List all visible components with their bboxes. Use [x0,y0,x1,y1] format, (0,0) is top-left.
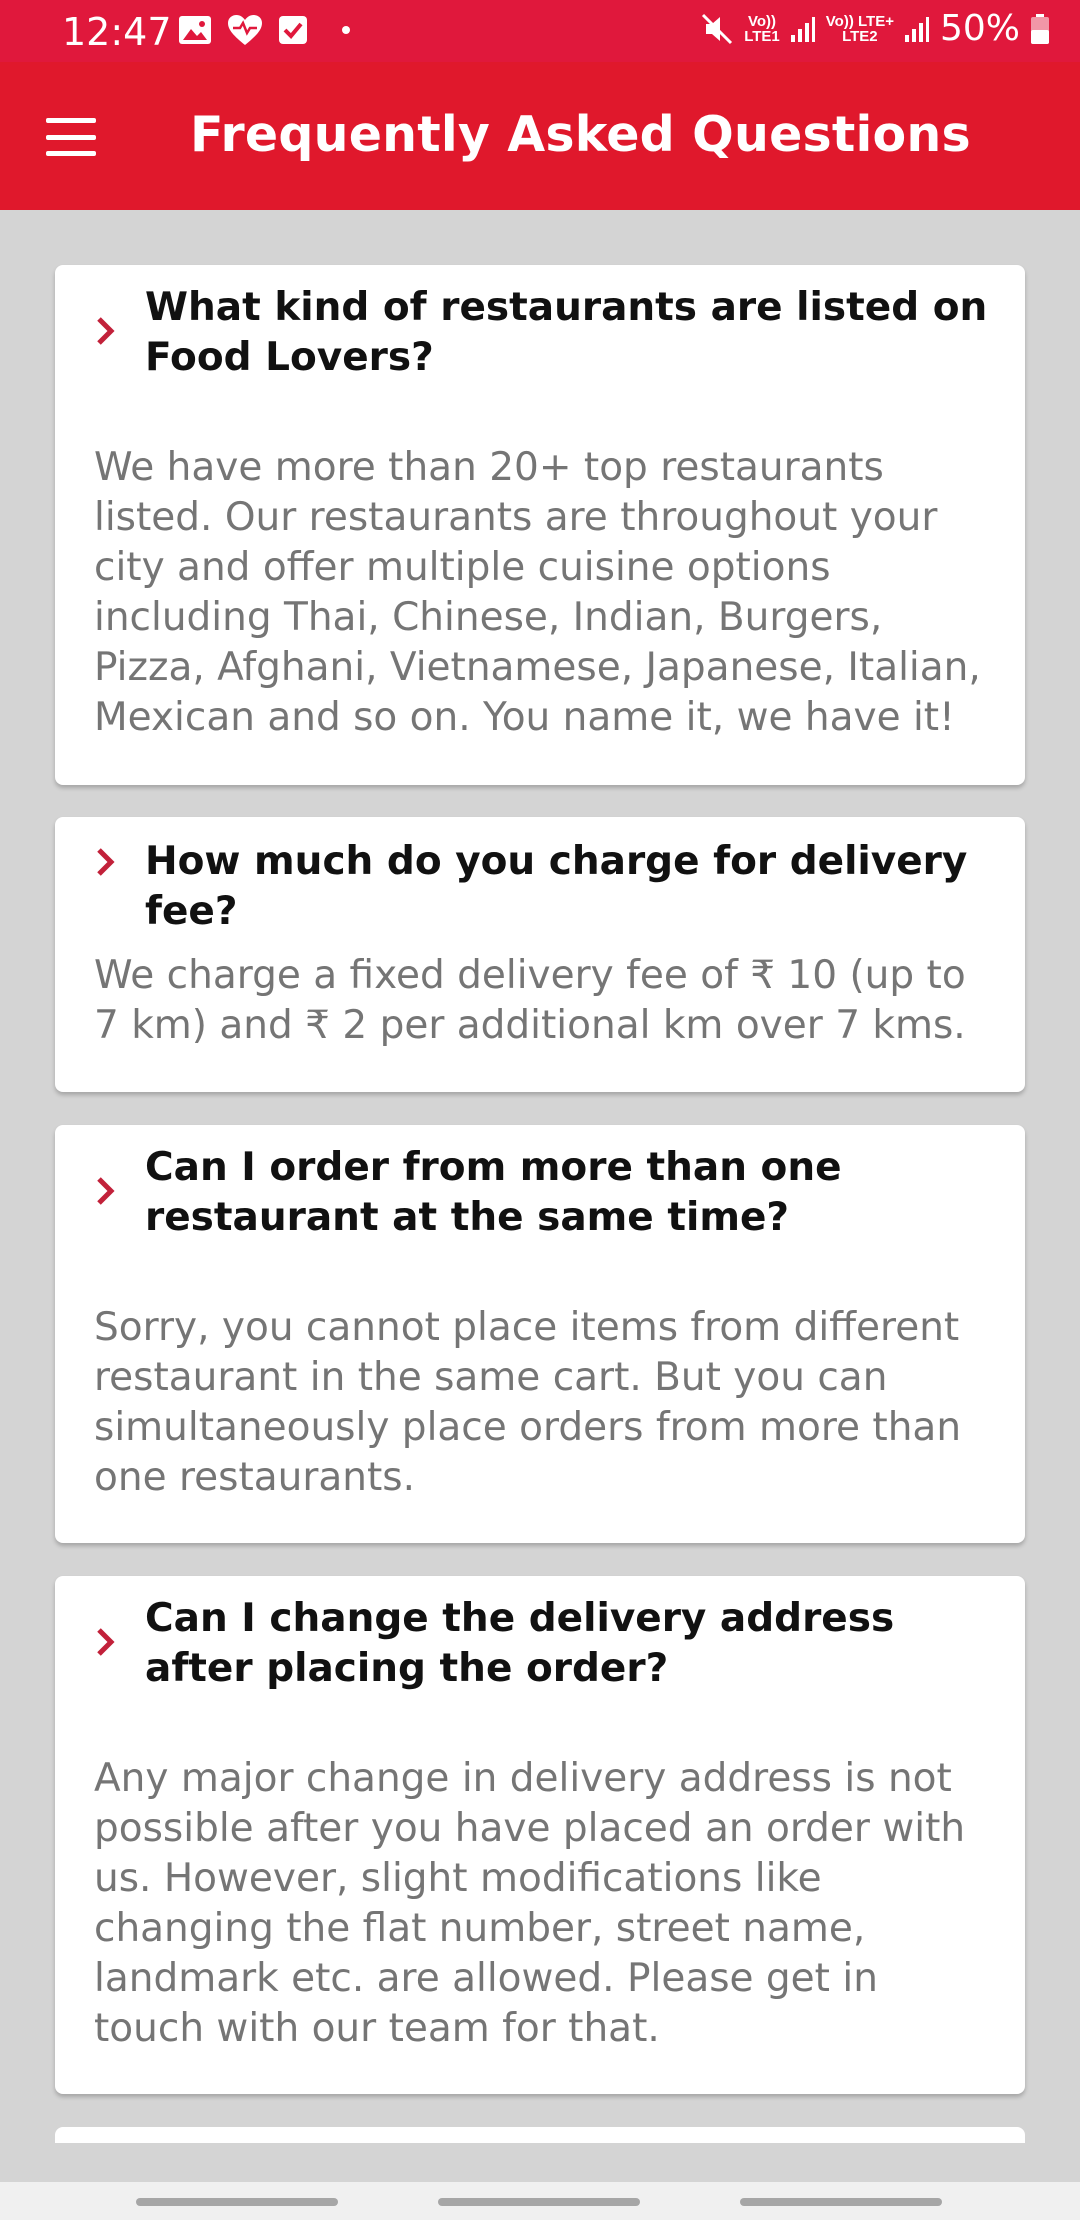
menu-icon[interactable] [40,112,102,162]
faq-answer: We charge a fixed delivery fee of ₹ 10 (… [94,953,966,1048]
status-notification-icons [178,14,350,46]
faq-question: How much do you charge for delivery fee? [145,839,968,934]
faq-answer: Sorry, you cannot place items from diffe… [94,1305,962,1500]
checkbox-icon [279,16,307,44]
signal-icon [790,16,815,42]
app-bar: Frequently Asked Questions [0,62,1080,210]
status-bar: 12:47 Vo)) LTE1 Vo)) LTE+ LTE2 50% [0,0,1080,62]
page-title: Frequently Asked Questions [190,106,971,163]
chevron-right-icon [97,317,115,345]
status-time: 12:47 [62,10,172,54]
faq-card[interactable]: Can I order from more than one restauran… [55,1125,1025,1543]
chevron-right-icon [97,848,115,876]
faq-card[interactable]: What kind of restaurants are listed on F… [55,265,1025,785]
heart-icon [228,15,262,45]
faq-card[interactable]: How much do you charge for delivery fee?… [55,817,1025,1092]
sim2-label: Vo)) LTE+ LTE2 [825,12,894,45]
battery-icon [1031,13,1049,44]
notification-dot [342,26,350,34]
faq-question: Can I change the delivery address after … [145,1596,895,1691]
nav-home-button[interactable] [438,2198,640,2206]
status-system-icons: Vo)) LTE1 Vo)) LTE+ LTE2 50% [700,8,1050,49]
faq-card-partial[interactable] [55,2127,1025,2143]
chevron-right-icon [97,1628,115,1656]
sim1-label: Vo)) LTE1 [744,12,780,45]
faq-question: What kind of restaurants are listed on F… [145,285,988,380]
faq-card[interactable]: Can I change the delivery address after … [55,1576,1025,2094]
signal-icon [904,16,929,42]
faq-question: Can I order from more than one restauran… [145,1145,842,1240]
battery-percent: 50% [939,8,1020,49]
nav-back-button[interactable] [740,2198,942,2206]
system-nav-bar [0,2182,1080,2220]
faq-answer: Any major change in delivery address is … [94,1756,966,2051]
mute-icon [702,13,733,44]
faq-answer: We have more than 20+ top restaurants li… [94,445,981,740]
nav-recents-button[interactable] [136,2198,338,2206]
chevron-right-icon [97,1177,115,1205]
image-icon [179,16,211,44]
